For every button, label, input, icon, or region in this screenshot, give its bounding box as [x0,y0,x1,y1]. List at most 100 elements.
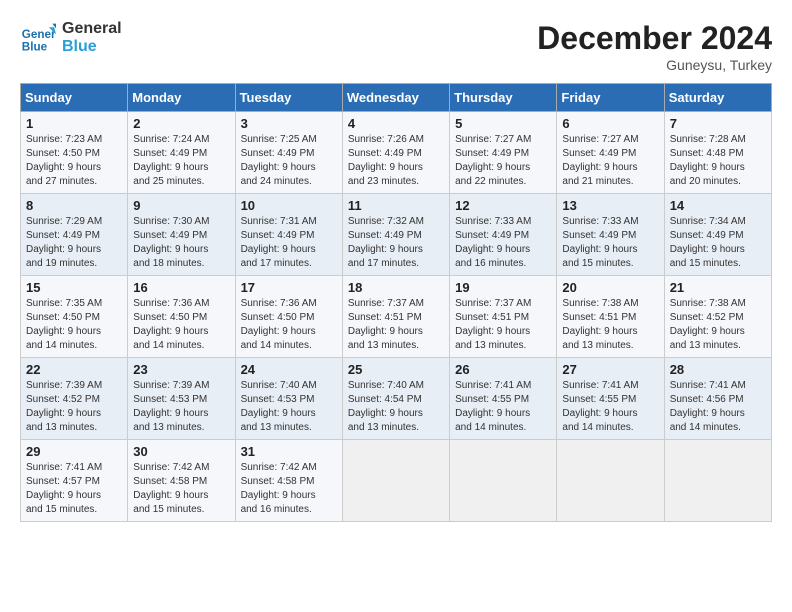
calendar-cell [342,440,449,522]
weekday-header-sunday: Sunday [21,84,128,112]
calendar-cell [664,440,771,522]
weekday-header-saturday: Saturday [664,84,771,112]
day-info: Sunrise: 7:40 AM Sunset: 4:54 PM Dayligh… [348,379,444,435]
day-info: Sunrise: 7:38 AM Sunset: 4:51 PM Dayligh… [562,297,658,353]
weekday-header-friday: Friday [557,84,664,112]
calendar-cell: 10Sunrise: 7:31 AM Sunset: 4:49 PM Dayli… [235,194,342,276]
calendar-cell: 29 Sunrise: 7:41 AM Sunset: 4:57 PM Dayli… [21,440,128,522]
calendar-cell: 7Sunrise: 7:28 AM Sunset: 4:48 PM Daylig… [664,112,771,194]
calendar-cell: 9 Sunrise: 7:30 AM Sunset: 4:49 PM Daylig… [128,194,235,276]
day-info: Sunrise: 7:35 AM Sunset: 4:50 PM Dayligh… [26,297,122,353]
calendar-cell: 19 Sunrise: 7:37 AM Sunset: 4:51 PM Dayli… [450,276,557,358]
weekday-header-monday: Monday [128,84,235,112]
calendar-cell: 15 Sunrise: 7:35 AM Sunset: 4:50 PM Dayli… [21,276,128,358]
calendar-week-row: 1 Sunrise: 7:23 AM Sunset: 4:50 PM Daylig… [21,112,772,194]
day-info: Sunrise: 7:24 AM Sunset: 4:49 PM Dayligh… [133,133,229,189]
day-info: Sunrise: 7:41 AM Sunset: 4:56 PM Dayligh… [670,379,766,435]
svg-text:Blue: Blue [22,41,48,54]
day-info: Sunrise: 7:29 AM Sunset: 4:49 PM Dayligh… [26,215,122,271]
calendar-cell: 11 Sunrise: 7:32 AM Sunset: 4:49 PM Dayli… [342,194,449,276]
calendar-cell: 13Sunrise: 7:33 AM Sunset: 4:49 PM Dayli… [557,194,664,276]
calendar-cell: 24 Sunrise: 7:40 AM Sunset: 4:53 PM Dayli… [235,358,342,440]
logo: General Blue GeneralBlue [20,20,122,56]
day-number: 29 [26,444,122,459]
weekday-header-tuesday: Tuesday [235,84,342,112]
day-info: Sunrise: 7:36 AM Sunset: 4:50 PM Dayligh… [241,297,337,353]
day-info: Sunrise: 7:38 AM Sunset: 4:52 PM Dayligh… [670,297,766,353]
day-info: Sunrise: 7:37 AM Sunset: 4:51 PM Dayligh… [455,297,551,353]
calendar-cell: 28 Sunrise: 7:41 AM Sunset: 4:56 PM Dayli… [664,358,771,440]
day-info: Sunrise: 7:40 AM Sunset: 4:53 PM Dayligh… [241,379,337,435]
day-number: 6 [562,116,658,131]
calendar-cell: 14Sunrise: 7:34 AM Sunset: 4:49 PM Dayli… [664,194,771,276]
weekday-header-thursday: Thursday [450,84,557,112]
calendar-cell: 27Sunrise: 7:41 AM Sunset: 4:55 PM Dayli… [557,358,664,440]
day-number: 24 [241,362,337,377]
day-info: Sunrise: 7:33 AM Sunset: 4:49 PM Dayligh… [455,215,551,271]
day-number: 20 [562,280,658,295]
day-info: Sunrise: 7:27 AM Sunset: 4:49 PM Dayligh… [455,133,551,189]
calendar-cell: 16 Sunrise: 7:36 AM Sunset: 4:50 PM Dayli… [128,276,235,358]
calendar-cell: 31Sunrise: 7:42 AM Sunset: 4:58 PM Dayli… [235,440,342,522]
day-info: Sunrise: 7:36 AM Sunset: 4:50 PM Dayligh… [133,297,229,353]
day-number: 1 [26,116,122,131]
calendar-week-row: 29 Sunrise: 7:41 AM Sunset: 4:57 PM Dayli… [21,440,772,522]
weekday-header-row: SundayMondayTuesdayWednesdayThursdayFrid… [21,84,772,112]
day-number: 11 [348,198,444,213]
day-info: Sunrise: 7:27 AM Sunset: 4:49 PM Dayligh… [562,133,658,189]
day-info: Sunrise: 7:42 AM Sunset: 4:58 PM Dayligh… [241,461,337,517]
day-number: 23 [133,362,229,377]
day-info: Sunrise: 7:41 AM Sunset: 4:55 PM Dayligh… [455,379,551,435]
calendar-table: SundayMondayTuesdayWednesdayThursdayFrid… [20,83,772,522]
calendar-cell: 20 Sunrise: 7:38 AM Sunset: 4:51 PM Dayli… [557,276,664,358]
title-block: December 2024 Guneysu, Turkey [537,20,772,73]
day-number: 22 [26,362,122,377]
calendar-week-row: 22 Sunrise: 7:39 AM Sunset: 4:52 PM Dayli… [21,358,772,440]
calendar-week-row: 8Sunrise: 7:29 AM Sunset: 4:49 PM Daylig… [21,194,772,276]
day-info: Sunrise: 7:30 AM Sunset: 4:49 PM Dayligh… [133,215,229,271]
day-number: 17 [241,280,337,295]
calendar-cell: 25 Sunrise: 7:40 AM Sunset: 4:54 PM Dayli… [342,358,449,440]
day-info: Sunrise: 7:25 AM Sunset: 4:49 PM Dayligh… [241,133,337,189]
day-number: 16 [133,280,229,295]
day-number: 5 [455,116,551,131]
calendar-cell: 18 Sunrise: 7:37 AM Sunset: 4:51 PM Dayli… [342,276,449,358]
calendar-cell: 23 Sunrise: 7:39 AM Sunset: 4:53 PM Dayli… [128,358,235,440]
day-info: Sunrise: 7:41 AM Sunset: 4:55 PM Dayligh… [562,379,658,435]
day-number: 25 [348,362,444,377]
calendar-cell: 30Sunrise: 7:42 AM Sunset: 4:58 PM Dayli… [128,440,235,522]
calendar-cell: 8Sunrise: 7:29 AM Sunset: 4:49 PM Daylig… [21,194,128,276]
day-info: Sunrise: 7:32 AM Sunset: 4:49 PM Dayligh… [348,215,444,271]
day-number: 15 [26,280,122,295]
calendar-cell: 2 Sunrise: 7:24 AM Sunset: 4:49 PM Daylig… [128,112,235,194]
calendar-week-row: 15 Sunrise: 7:35 AM Sunset: 4:50 PM Dayli… [21,276,772,358]
day-number: 30 [133,444,229,459]
day-number: 28 [670,362,766,377]
calendar-cell: 3Sunrise: 7:25 AM Sunset: 4:49 PM Daylig… [235,112,342,194]
month-year-title: December 2024 [537,20,772,57]
day-info: Sunrise: 7:39 AM Sunset: 4:52 PM Dayligh… [26,379,122,435]
day-number: 18 [348,280,444,295]
day-number: 19 [455,280,551,295]
day-info: Sunrise: 7:41 AM Sunset: 4:57 PM Dayligh… [26,461,122,517]
day-number: 12 [455,198,551,213]
weekday-header-wednesday: Wednesday [342,84,449,112]
day-info: Sunrise: 7:26 AM Sunset: 4:49 PM Dayligh… [348,133,444,189]
day-info: Sunrise: 7:39 AM Sunset: 4:53 PM Dayligh… [133,379,229,435]
day-info: Sunrise: 7:28 AM Sunset: 4:48 PM Dayligh… [670,133,766,189]
day-number: 21 [670,280,766,295]
logo-icon: General Blue [20,20,56,56]
day-info: Sunrise: 7:23 AM Sunset: 4:50 PM Dayligh… [26,133,122,189]
calendar-cell: 6 Sunrise: 7:27 AM Sunset: 4:49 PM Daylig… [557,112,664,194]
day-number: 14 [670,198,766,213]
day-number: 9 [133,198,229,213]
day-number: 26 [455,362,551,377]
svg-text:General: General [22,28,56,41]
location-subtitle: Guneysu, Turkey [537,57,772,73]
calendar-cell [450,440,557,522]
calendar-cell: 21 Sunrise: 7:38 AM Sunset: 4:52 PM Dayli… [664,276,771,358]
day-info: Sunrise: 7:37 AM Sunset: 4:51 PM Dayligh… [348,297,444,353]
calendar-cell: 17 Sunrise: 7:36 AM Sunset: 4:50 PM Dayli… [235,276,342,358]
day-number: 13 [562,198,658,213]
day-number: 2 [133,116,229,131]
